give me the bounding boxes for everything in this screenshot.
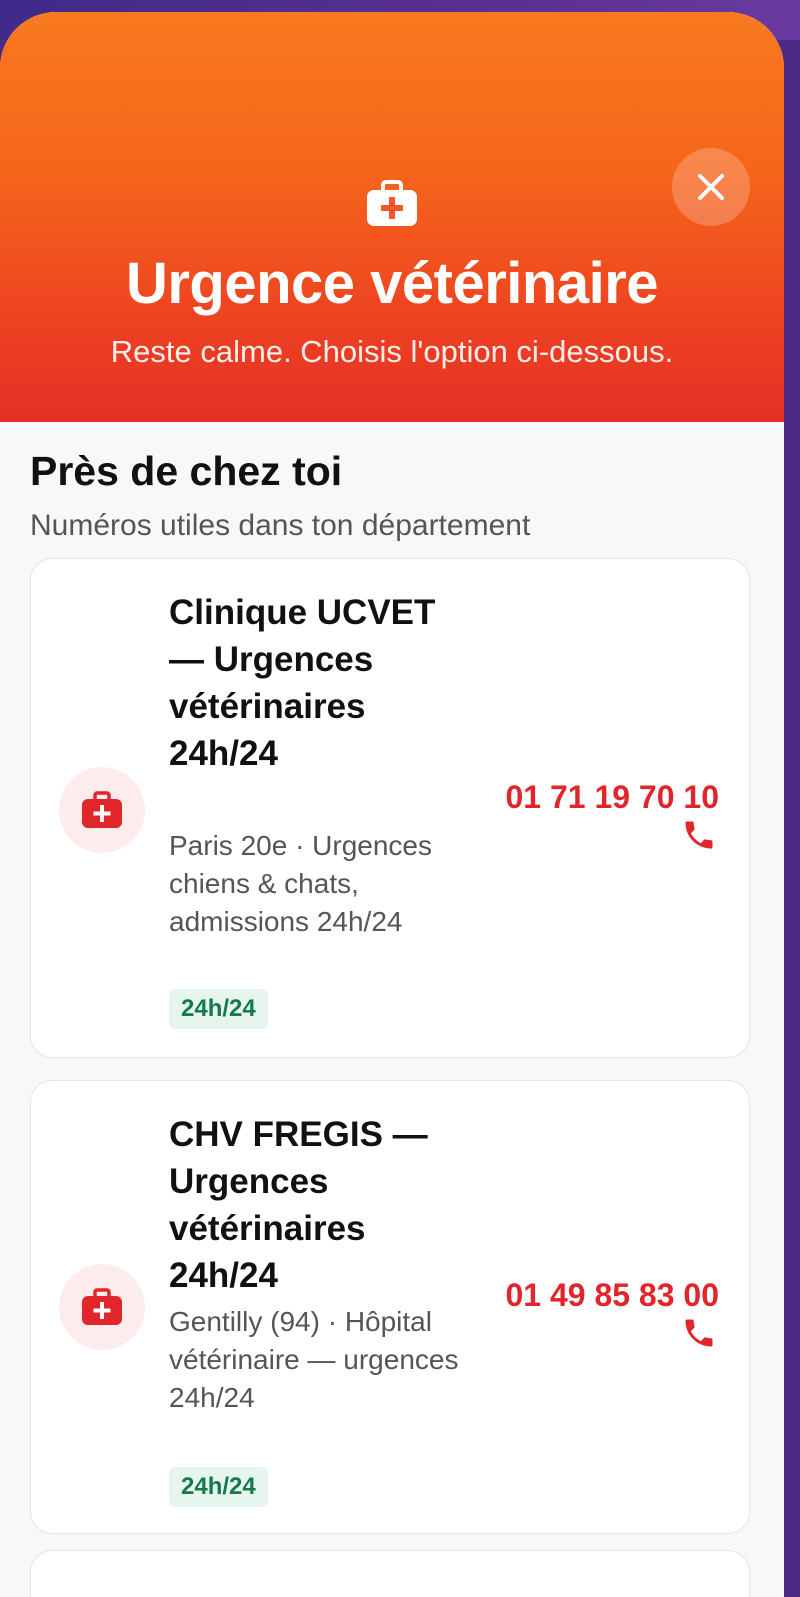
sheet-header: Urgence vétérinaire Reste calme. Choisis… [0, 12, 784, 422]
clinic-description: Paris 20e · Urgences chiens & chats, adm… [169, 830, 433, 937]
section-subtitle: Numéros utiles dans ton département [30, 509, 531, 542]
clinic-card[interactable]: CHV FREGIS — Urgences vétérinaires 24h/2… [30, 1080, 750, 1534]
clinic-name: Clinique UCVET — Urgences vétérinaires 2… [169, 593, 436, 773]
clinic-icon-circle [59, 1264, 145, 1350]
page-subtitle: Reste calme. Choisis l'option ci-dessous… [110, 334, 674, 369]
phone-number-link[interactable]: 01 71 19 70 10 [439, 779, 719, 816]
clinic-card[interactable] [30, 1550, 750, 1597]
phone-icon[interactable] [681, 817, 717, 853]
phone-number-link[interactable]: 01 49 85 83 00 [439, 1277, 719, 1314]
medical-kit-icon [82, 1288, 122, 1325]
clinic-card[interactable]: Clinique UCVET — Urgences vétérinaires 2… [30, 558, 750, 1058]
phone-icon[interactable] [681, 1315, 717, 1351]
clinic-description: Gentilly (94) · Hôpital vétérinaire — ur… [169, 1306, 459, 1413]
emergency-sheet: Urgence vétérinaire Reste calme. Choisis… [0, 12, 784, 1597]
page-title: Urgence vétérinaire [125, 251, 659, 316]
status-badge: 24h/24 [169, 1467, 268, 1507]
close-icon [698, 174, 724, 200]
clinic-name: CHV FREGIS — Urgences vétérinaires 24h/2… [169, 1115, 428, 1295]
section-title: Près de chez toi [30, 448, 343, 494]
medical-kit-icon [367, 180, 417, 226]
medical-kit-icon [82, 791, 122, 828]
status-badge: 24h/24 [169, 989, 268, 1029]
clinic-icon-circle [59, 767, 145, 853]
close-button[interactable] [672, 148, 750, 226]
